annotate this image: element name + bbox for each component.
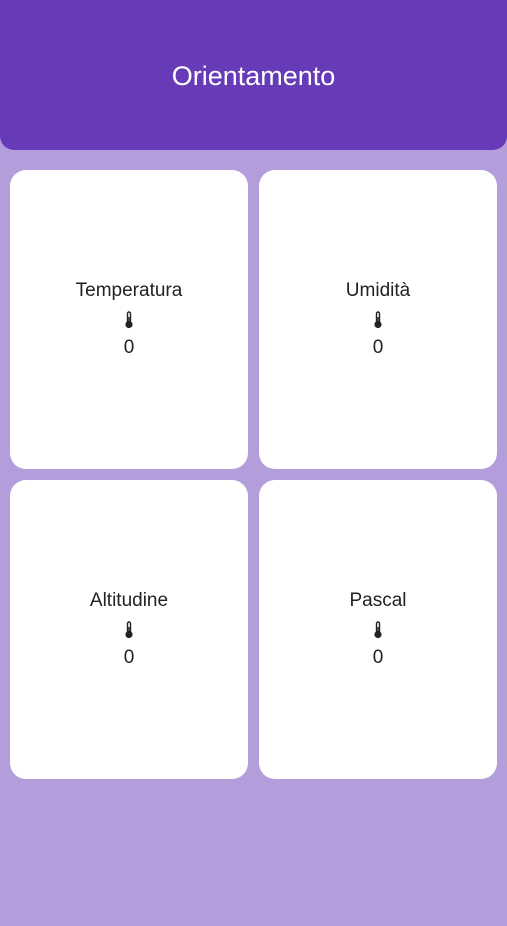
card-label: Altitudine [89,590,169,611]
card-value: 0 [372,647,384,668]
page-title: Orientamento [171,60,336,91]
card-value: 0 [123,647,135,668]
app-bar: Orientamento [0,0,507,150]
card-label: Temperatura [75,280,183,301]
card-umidita[interactable]: Umidità 0 [259,170,497,469]
card-value: 0 [123,337,135,358]
thermometer-icon [374,311,382,329]
card-altitudine[interactable]: Altitudine 0 [10,480,248,779]
thermometer-icon [374,621,382,639]
thermometer-icon [125,621,133,639]
thermometer-icon [125,311,133,329]
card-value: 0 [372,337,384,358]
card-temperatura[interactable]: Temperatura 0 [10,170,248,469]
card-pascal[interactable]: Pascal 0 [259,480,497,779]
sensor-grid: Temperatura 0 Umidità 0 Altitudine 0 Pas… [10,170,497,779]
card-label: Pascal [349,590,407,611]
card-label: Umidità [345,280,411,301]
